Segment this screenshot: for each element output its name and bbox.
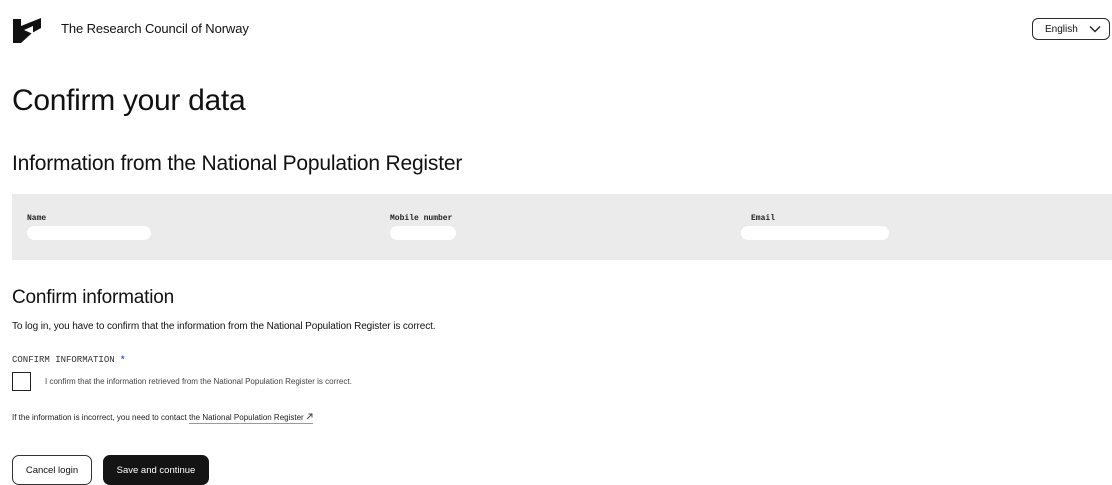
save-and-continue-button[interactable]: Save and continue xyxy=(103,455,209,485)
contact-notice: If the information is incorrect, you nee… xyxy=(12,413,313,424)
required-marker: * xyxy=(120,355,126,365)
confirm-intro-text: To log in, you have to confirm that the … xyxy=(12,321,436,332)
language-selected: English xyxy=(1045,23,1078,35)
name-label: Name xyxy=(27,214,47,223)
org-name: The Research Council of Norway xyxy=(61,21,249,36)
population-register-link[interactable]: the National Population Register xyxy=(188,413,313,424)
confirm-section-title: Confirm information xyxy=(12,287,174,308)
chevron-down-icon xyxy=(1089,26,1101,33)
register-section-title: Information from the National Population… xyxy=(12,152,463,175)
population-register-link-text: the National Population Register xyxy=(188,413,304,422)
checkbox-group-label-text: CONFIRM INFORMATION xyxy=(12,355,115,365)
checkbox-group-label: CONFIRM INFORMATION * xyxy=(12,355,125,365)
page-title: Confirm your data xyxy=(12,84,246,117)
register-info-panel: Name Mobile number Email xyxy=(12,194,1112,260)
mobile-number-label: Mobile number xyxy=(390,214,453,223)
research-council-logo-icon[interactable] xyxy=(12,17,42,44)
confirm-checkbox-label[interactable]: I confirm that the information retrieved… xyxy=(45,377,352,386)
confirm-checkbox[interactable] xyxy=(12,372,31,391)
cancel-login-button[interactable]: Cancel login xyxy=(12,455,92,485)
mobile-value-redacted xyxy=(390,226,456,240)
language-select[interactable]: English xyxy=(1032,18,1110,40)
name-value-redacted xyxy=(27,226,151,240)
email-value-redacted xyxy=(741,226,889,240)
site-header: The Research Council of Norway English xyxy=(0,0,1112,60)
email-label: Email xyxy=(751,214,776,223)
contact-notice-text: If the information is incorrect, you nee… xyxy=(12,413,189,422)
arrow-up-right-icon xyxy=(306,413,313,420)
